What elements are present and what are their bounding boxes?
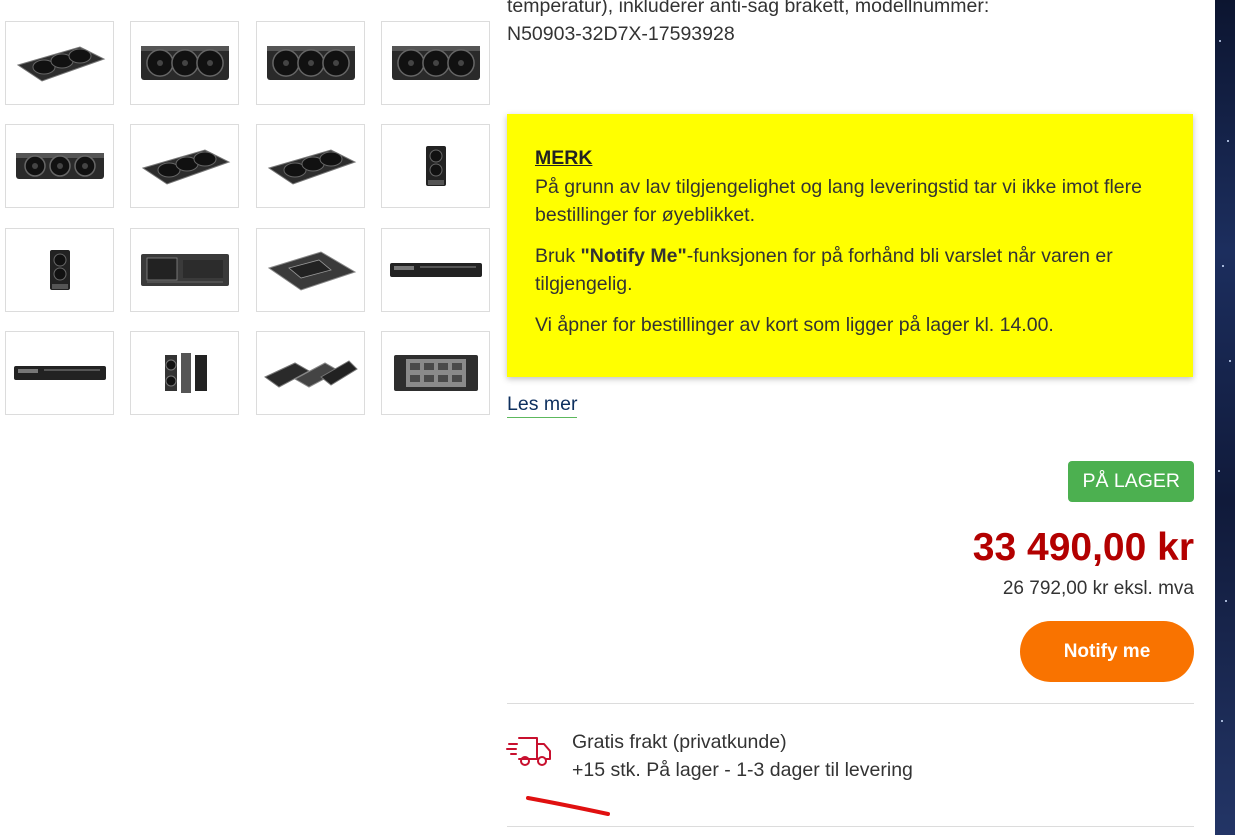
product-thumbnail[interactable] [5, 228, 114, 312]
graphics-card-image [141, 149, 230, 185]
graphics-card-image [263, 360, 358, 388]
shipping-stock-status: +15 stk. På lager - 1-3 dager til leveri… [572, 759, 913, 781]
shipping-free-freight: Gratis frakt (privatkunde) [572, 731, 787, 753]
product-thumbnail[interactable] [381, 228, 490, 312]
graphics-card-image [49, 250, 70, 290]
graphics-card-image [140, 46, 229, 80]
graphics-card-image [16, 46, 105, 82]
notify-me-button[interactable]: Notify me [1020, 621, 1194, 682]
price-excl-vat: 26 792,00 kr eksl. mva [1002, 578, 1194, 599]
graphics-card-image [267, 149, 356, 185]
notice-paragraph-1: På grunn av lav tilgjengelighet og lang … [535, 175, 1142, 227]
notice-paragraph-3: Vi åpner for bestillinger av kort som li… [535, 313, 1054, 336]
shipping-info: Gratis frakt (privatkunde) +15 stk. På l… [572, 728, 913, 784]
desktop-background-edge [1215, 0, 1235, 835]
graphics-card-image [164, 353, 207, 393]
in-stock-badge: PÅ LAGER [1068, 461, 1194, 502]
graphics-card-image [267, 251, 356, 291]
product-thumbnail[interactable] [381, 21, 490, 105]
product-thumbnail[interactable] [130, 21, 239, 105]
description-line-2: N50903-32D7X-17593928 [507, 23, 735, 45]
product-thumbnail[interactable] [5, 21, 114, 105]
graphics-card-image [391, 46, 480, 80]
product-thumbnail[interactable] [256, 21, 365, 105]
delivery-truck-icon [506, 737, 551, 766]
divider [507, 703, 1194, 704]
graphics-card-image [13, 366, 106, 380]
price-incl-vat: 33 490,00 kr [972, 526, 1194, 569]
graphics-card-image [393, 355, 478, 391]
graphics-card-image [425, 146, 446, 186]
product-thumbnail[interactable] [130, 331, 239, 415]
graphics-card-image [266, 46, 355, 80]
graphics-card-image [15, 153, 104, 179]
product-thumbnail[interactable] [5, 331, 114, 415]
product-description: temperatur), inkluderer anti-sag brakett… [507, 0, 1197, 48]
product-thumbnail[interactable] [130, 228, 239, 312]
product-thumbnail[interactable] [256, 228, 365, 312]
divider [507, 826, 1194, 827]
product-thumbnail[interactable] [256, 124, 365, 208]
read-more-link[interactable]: Les mer [507, 392, 578, 418]
product-thumbnail[interactable] [381, 331, 490, 415]
notice-paragraph-2: Bruk "Notify Me"-funksjonen for på forhå… [535, 242, 1165, 299]
graphics-card-image [140, 254, 229, 286]
product-thumbnail[interactable] [256, 331, 365, 415]
description-line-1: temperatur), inkluderer anti-sag brakett… [507, 0, 990, 17]
graphics-card-image [389, 263, 482, 277]
product-thumbnail[interactable] [5, 124, 114, 208]
notice-heading: MERK [535, 147, 593, 169]
notice-paragraph-2-prefix: Bruk [535, 244, 581, 267]
annotation-underline [526, 796, 610, 816]
notice-notify-me-term: "Notify Me" [580, 244, 687, 267]
availability-notice: MERK På grunn av lav tilgjengelighet og … [507, 114, 1193, 377]
product-thumbnail[interactable] [381, 124, 490, 208]
product-thumbnail[interactable] [130, 124, 239, 208]
